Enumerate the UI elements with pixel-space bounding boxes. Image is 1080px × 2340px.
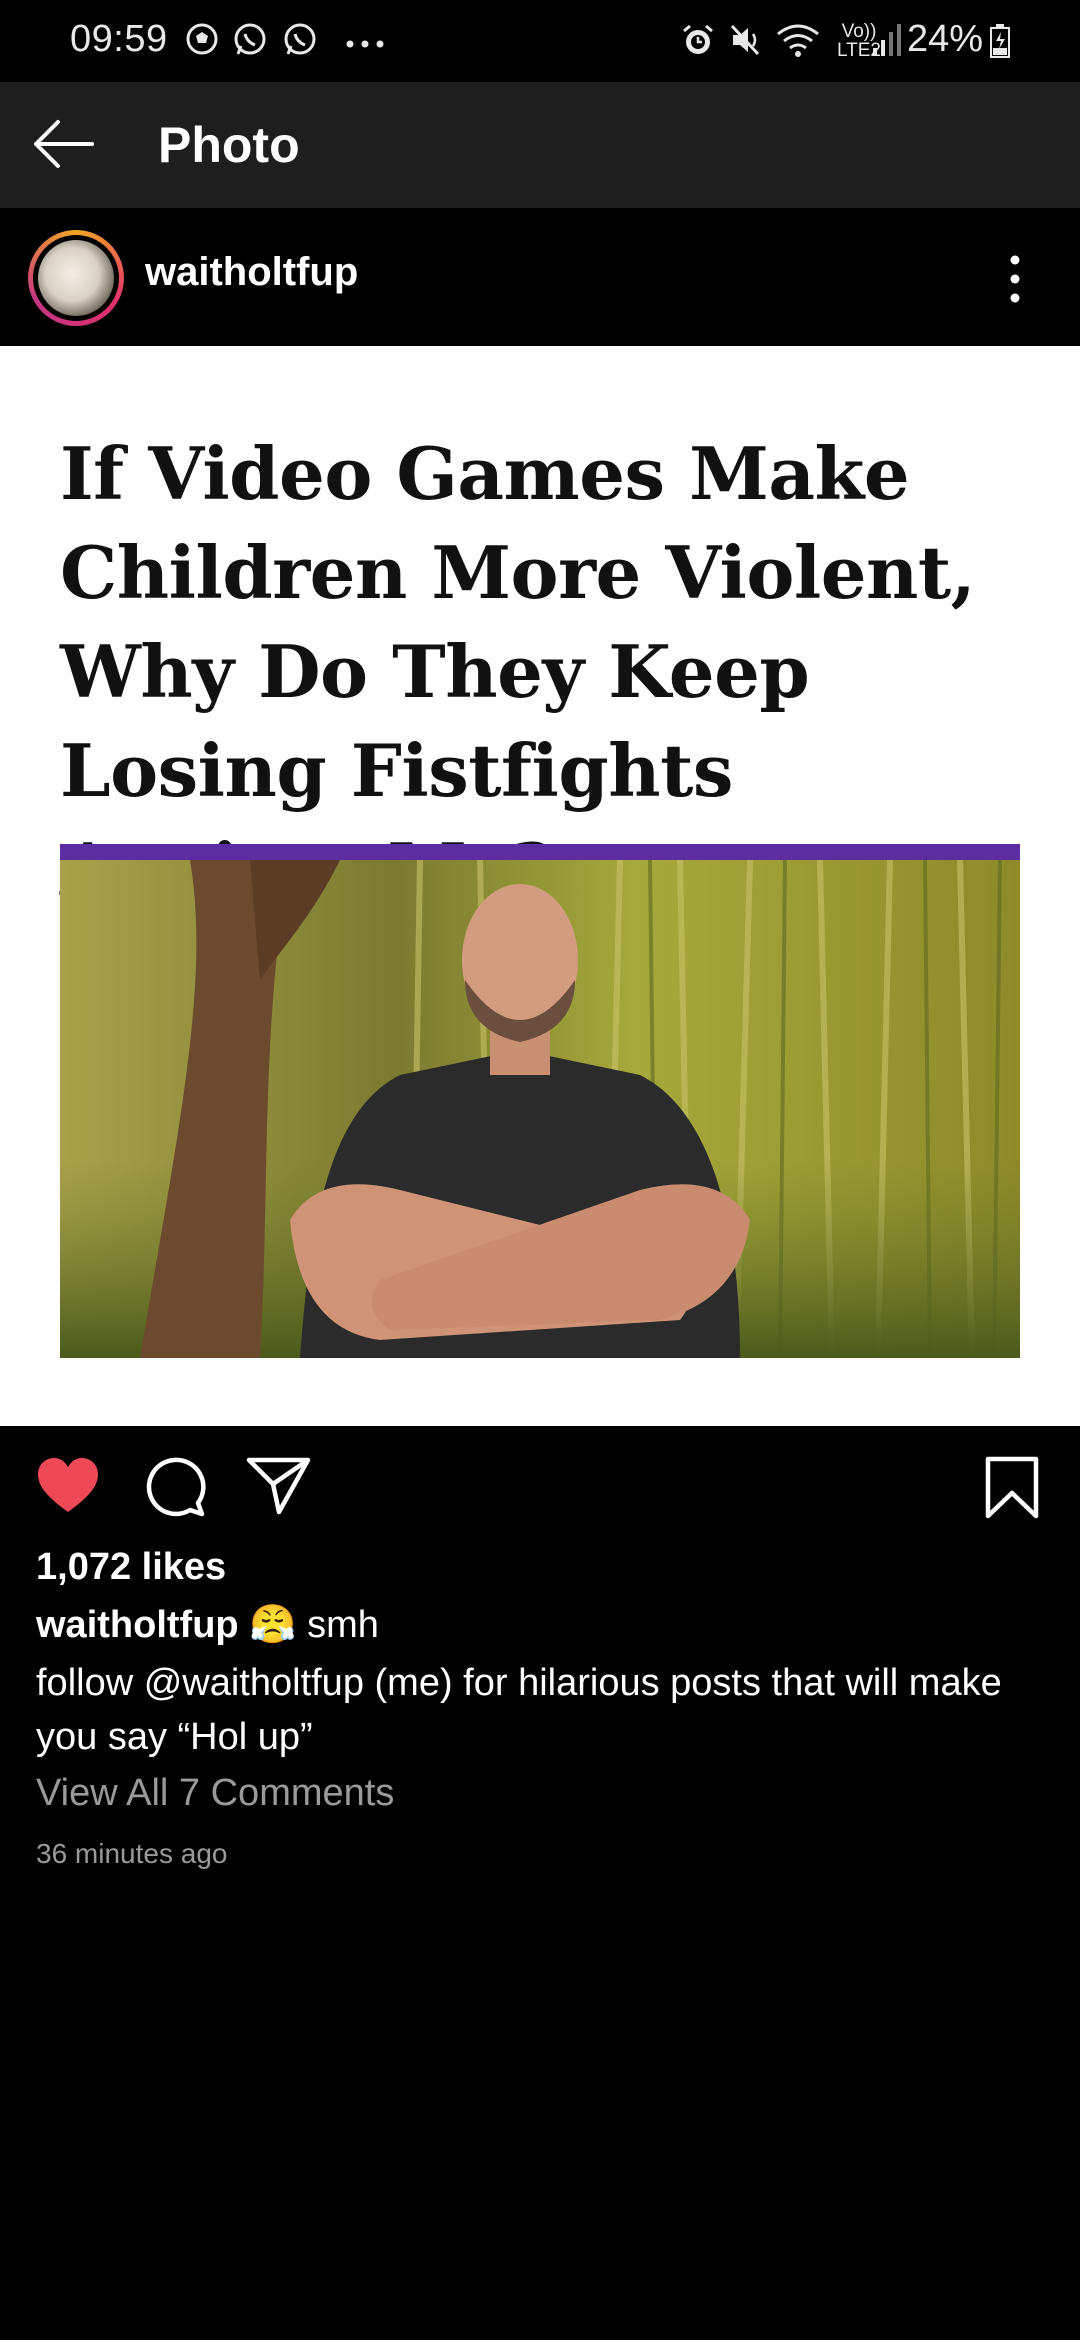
caption-line: waitholtfup 😤 smh — [36, 1603, 379, 1647]
share-send-icon[interactable] — [246, 1456, 312, 1521]
back-arrow-icon[interactable] — [28, 114, 98, 174]
comment-icon[interactable] — [142, 1456, 206, 1523]
status-time: 09:59 — [70, 18, 168, 60]
caption-username[interactable]: waitholtfup — [36, 1604, 239, 1646]
alarm-icon — [680, 22, 716, 63]
caption-text: smh — [307, 1604, 379, 1646]
accent-bar — [60, 844, 1020, 860]
caption-body: follow @waitholtfup (me) for hilarious p… — [36, 1662, 1002, 1758]
post-image[interactable]: If Video Games Make Children More Violen… — [0, 346, 1080, 1426]
status-bar: 09:59 Vo)) LTE2 24% — [0, 0, 1080, 82]
avatar[interactable] — [28, 230, 124, 326]
post-header: waitholtfup — [0, 208, 1080, 346]
view-comments-link[interactable]: View All 7 Comments — [36, 1772, 394, 1815]
like-heart-icon[interactable] — [36, 1456, 100, 1521]
page-title: Photo — [158, 117, 300, 173]
wifi-icon — [776, 22, 820, 63]
more-options-icon[interactable] — [1000, 252, 1030, 306]
soccer-ball-icon — [185, 22, 219, 61]
whatsapp-icon — [282, 22, 318, 63]
signal-icon — [872, 22, 902, 63]
post-timestamp: 36 minutes ago — [36, 1838, 228, 1869]
likes-count[interactable]: 1,072 likes — [36, 1546, 226, 1589]
battery-percent: 24% — [907, 18, 984, 60]
post-username[interactable]: waitholtfup — [145, 250, 358, 295]
post-actions — [0, 1426, 1080, 1556]
whatsapp-icon — [232, 22, 268, 63]
battery-charging-icon — [990, 24, 1010, 63]
more-notifications-icon — [345, 36, 385, 54]
huffing-face-emoji: 😤 — [249, 1604, 297, 1646]
mute-icon — [728, 22, 764, 63]
save-bookmark-icon[interactable] — [984, 1456, 1040, 1525]
app-bar: Photo — [0, 82, 1080, 208]
man-photo — [60, 860, 1020, 1358]
